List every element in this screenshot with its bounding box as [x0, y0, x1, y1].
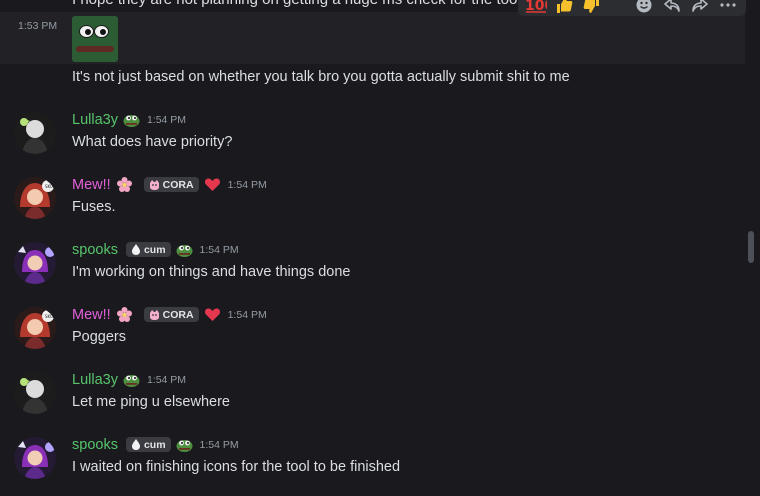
badge-label: cum [143, 438, 166, 451]
timestamp: 1:54 PM [227, 308, 267, 321]
username[interactable]: Lulla3y [72, 112, 118, 128]
more-icon[interactable] [716, 0, 740, 15]
badge-label: cum [143, 243, 166, 256]
svg-text:SKULL: SKULL [45, 314, 56, 319]
timestamp: 1:54 PM [227, 178, 267, 191]
forward-icon[interactable] [688, 0, 712, 15]
message-text: I'm working on things and have things do… [72, 264, 351, 280]
message-text: I waited on finishing icons for the tool… [72, 459, 401, 475]
message-text: It's not just based on whether you talk … [72, 69, 570, 85]
drop-icon [131, 244, 140, 255]
avatar[interactable] [14, 372, 56, 414]
role-badge[interactable]: cum [125, 437, 171, 452]
thumbs-down-icon[interactable] [580, 0, 604, 15]
timestamp: 1:53 PM [18, 20, 58, 32]
avatar[interactable] [14, 242, 56, 284]
avatar[interactable] [14, 437, 56, 479]
scrollbar-thumb[interactable] [748, 231, 754, 263]
badge-label: CORA [162, 308, 194, 321]
chat-messages: I hope they are not planning on getting … [0, 0, 746, 496]
role-badge[interactable]: CORA [143, 177, 199, 192]
username[interactable]: Lulla3y [72, 372, 118, 388]
pepe-icon [123, 111, 140, 128]
message[interactable]: spooks cum 1:54 PM I'm working on things… [0, 242, 745, 302]
badge-label: CORA [162, 178, 194, 191]
role-badge[interactable]: CORA [143, 307, 199, 322]
pepe-image-attachment[interactable] [72, 16, 118, 62]
flower-icon [116, 176, 133, 193]
message-header: Lulla3y 1:54 PM [72, 111, 186, 128]
svg-text:SKULL: SKULL [45, 184, 56, 189]
heart-icon [204, 176, 221, 193]
timestamp: 1:54 PM [199, 243, 239, 256]
timestamp: 1:54 PM [146, 113, 187, 126]
message-header: Mew!! CORA 1:54 PM [72, 176, 267, 193]
100-emoji-icon[interactable]: 100 [524, 0, 548, 15]
avatar[interactable]: SKULL [14, 177, 56, 219]
message-text: I hope they are not planning on getting … [72, 0, 521, 8]
message[interactable]: spooks cum 1:54 PM I waited on finishing… [0, 437, 745, 496]
message[interactable]: SKULL Mew!! CORA 1:54 PM Poggers [0, 307, 745, 367]
flower-icon [116, 306, 133, 323]
role-badge[interactable]: cum [125, 242, 171, 257]
message-text: What does have priority? [72, 134, 233, 150]
username[interactable]: Mew!! [72, 177, 111, 193]
message-header: Lulla3y 1:54 PM [72, 371, 186, 388]
message[interactable]: Lulla3y 1:54 PM Let me ping u elsewhere [0, 372, 745, 432]
message[interactable]: SKULL Mew!! CORA 1:54 PM Fuses. [0, 177, 745, 237]
username[interactable]: spooks [72, 242, 118, 258]
eye-shape [79, 25, 94, 38]
drop-icon [131, 439, 140, 450]
username[interactable]: spooks [72, 437, 118, 453]
eye-shape [94, 25, 109, 38]
timestamp: 1:54 PM [199, 438, 239, 451]
pepe-icon [123, 371, 140, 388]
message-text: Let me ping u elsewhere [72, 394, 230, 410]
message-text: Fuses. [72, 199, 116, 215]
mouth-shape [76, 46, 114, 52]
add-reaction-icon[interactable] [632, 0, 656, 15]
username[interactable]: Mew!! [72, 307, 111, 323]
timestamp: 1:54 PM [146, 373, 187, 386]
message-actions-toolbar: 100 [518, 0, 746, 16]
heart-icon [204, 306, 221, 323]
reply-icon[interactable] [660, 0, 684, 15]
message[interactable]: Lulla3y 1:54 PM What does have priority? [0, 112, 745, 172]
message-header: spooks cum 1:54 PM [72, 241, 239, 258]
avatar[interactable] [14, 112, 56, 154]
pepe-icon [176, 241, 193, 258]
message-header: Mew!! CORA 1:54 PM [72, 306, 267, 323]
cat-icon [149, 310, 159, 320]
thumbs-up-icon[interactable] [552, 0, 576, 15]
pepe-icon [176, 436, 193, 453]
message-text: Poggers [72, 329, 127, 345]
avatar[interactable]: SKULL [14, 307, 56, 349]
message-header: spooks cum 1:54 PM [72, 436, 239, 453]
cat-icon [149, 180, 159, 190]
